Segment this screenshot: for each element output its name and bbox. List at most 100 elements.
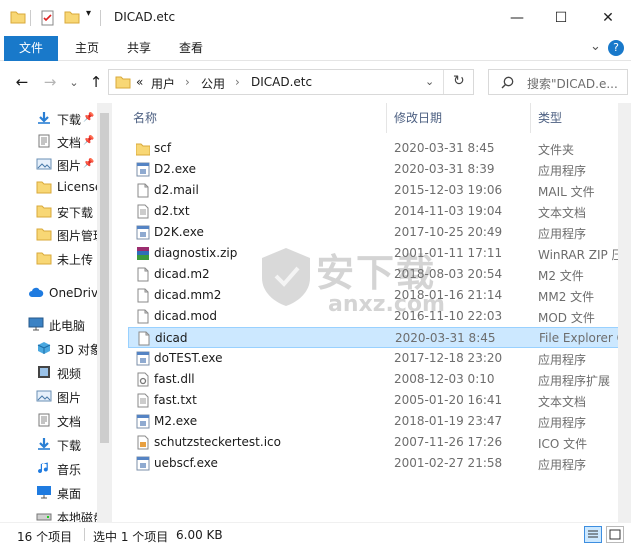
- file-row[interactable]: uebscf.exe 2001-02-27 21:58 应用程序: [128, 453, 631, 474]
- nav-item-label: 图片: [57, 159, 82, 173]
- nav-scroll-thumb[interactable]: [100, 113, 109, 443]
- nav-item-label: 音乐: [57, 463, 82, 477]
- ribbon-expand-icon[interactable]: ⌄: [590, 39, 601, 54]
- file-date: 2017-10-25 20:49: [394, 225, 503, 239]
- nav-scrollbar[interactable]: [97, 103, 112, 522]
- tab-view[interactable]: 查看: [168, 36, 214, 61]
- nav-item[interactable]: 此电脑: [0, 313, 100, 336]
- nav-item[interactable]: 桌面: [0, 481, 100, 504]
- text-file-icon: [136, 204, 149, 219]
- nav-item[interactable]: 图片: [0, 385, 100, 408]
- file-row[interactable]: D2K.exe 2017-10-25 20:49 应用程序: [128, 222, 631, 243]
- navigation-pane: 本地磁盘桌面音乐下载文档图片视频3D 对象此电脑OneDrive未上传图片管理安…: [0, 103, 112, 522]
- file-type: MOD 文件: [538, 311, 595, 325]
- folder-icon: [135, 141, 151, 156]
- nav-item[interactable]: 图片 📌: [0, 153, 100, 176]
- address-dropdown-icon[interactable]: ⌄: [425, 75, 434, 88]
- music-icon: [36, 461, 52, 475]
- recent-locations-button[interactable]: ⌄: [64, 71, 84, 93]
- column-divider[interactable]: [530, 103, 531, 133]
- nav-item[interactable]: 图片管理: [0, 223, 100, 246]
- file-row[interactable]: dicad.mm2 2018-01-16 21:14 MM2 文件: [128, 285, 631, 306]
- exe-icon: [136, 351, 150, 366]
- nav-item[interactable]: 下载 📌: [0, 107, 100, 130]
- file-type: 文本文档: [538, 206, 587, 220]
- nav-item[interactable]: 安下载: [0, 200, 100, 223]
- file-row[interactable]: schutzsteckertest.ico 2007-11-26 17:26 ICO…: [128, 432, 631, 453]
- customize-toolbar-icon[interactable]: ▾: [86, 8, 91, 19]
- breadcrumb-public[interactable]: 公用: [201, 75, 225, 92]
- pin-icon: 📌: [83, 136, 95, 146]
- maximize-button[interactable]: ☐: [538, 0, 584, 36]
- column-header-name[interactable]: 名称: [133, 103, 157, 133]
- tab-home[interactable]: 主页: [64, 36, 110, 61]
- nav-item-label: 文档: [57, 136, 82, 150]
- details-view-button[interactable]: [584, 526, 602, 543]
- forward-button[interactable]: →: [40, 71, 60, 93]
- nav-item[interactable]: 下载: [0, 433, 100, 456]
- nav-item[interactable]: 文档 📌: [0, 130, 100, 153]
- file-date: 2017-12-18 23:20: [394, 351, 503, 365]
- file-row[interactable]: fast.dll 2008-12-03 0:10 应用程序扩展: [128, 369, 631, 390]
- file-icon: [137, 331, 150, 346]
- nav-item[interactable]: License: [0, 176, 100, 199]
- file-row[interactable]: dicad 2020-03-31 8:45 File Explorer Co: [128, 327, 631, 348]
- address-bar[interactable]: « 用户 › 公用 › DICAD.etc ⌄ ↻: [108, 69, 474, 95]
- tab-share[interactable]: 共享: [116, 36, 162, 61]
- exe-icon: [136, 162, 150, 177]
- file-name: d2.mail: [154, 183, 199, 197]
- nav-item[interactable]: 本地磁盘: [0, 505, 100, 522]
- up-button[interactable]: ↑: [86, 71, 106, 93]
- search-box[interactable]: 搜索"DICAD.e...: [488, 69, 628, 95]
- column-header-type[interactable]: 类型: [538, 103, 562, 133]
- computer-icon: [28, 317, 44, 331]
- breadcrumb-dicad[interactable]: DICAD.etc: [251, 75, 312, 89]
- nav-item[interactable]: OneDrive: [0, 282, 100, 305]
- file-row[interactable]: dicad.m2 2018-08-03 20:54 M2 文件: [128, 264, 631, 285]
- back-button[interactable]: ←: [12, 71, 32, 93]
- nav-item[interactable]: 3D 对象: [0, 337, 100, 360]
- file-name: dicad: [155, 331, 188, 345]
- file-row[interactable]: d2.mail 2015-12-03 19:06 MAIL 文件: [128, 180, 631, 201]
- nav-item[interactable]: 文档: [0, 409, 100, 432]
- file-row[interactable]: scf 2020-03-31 8:45 文件夹: [128, 138, 631, 159]
- column-divider[interactable]: [386, 103, 387, 133]
- nav-item[interactable]: 视频: [0, 361, 100, 384]
- breadcrumb-users[interactable]: 用户: [151, 75, 175, 92]
- nav-item-label: 此电脑: [49, 319, 86, 333]
- tab-file[interactable]: 文件: [4, 36, 58, 61]
- file-row[interactable]: D2.exe 2020-03-31 8:39 应用程序: [128, 159, 631, 180]
- file-row[interactable]: doTEST.exe 2017-12-18 23:20 应用程序: [128, 348, 631, 369]
- nav-item-label: 文档: [57, 415, 82, 429]
- file-list-scrollbar[interactable]: [618, 103, 631, 522]
- new-folder-icon[interactable]: [64, 10, 80, 24]
- file-row[interactable]: M2.exe 2018-01-19 23:47 应用程序: [128, 411, 631, 432]
- help-icon[interactable]: ?: [608, 40, 624, 56]
- file-name: schutzsteckertest.ico: [154, 435, 281, 449]
- file-type: 应用程序扩展: [538, 374, 611, 388]
- selection-size: 6.00 KB: [176, 528, 223, 542]
- refresh-icon[interactable]: ↻: [453, 73, 465, 89]
- large-icons-view-button[interactable]: [606, 526, 624, 543]
- nav-item[interactable]: 音乐: [0, 457, 100, 480]
- status-bar: 16 个项目 选中 1 个项目 6.00 KB: [0, 522, 631, 545]
- nav-item[interactable]: 未上传: [0, 247, 100, 270]
- file-row[interactable]: d2.txt 2014-11-03 19:04 文本文档: [128, 201, 631, 222]
- close-button[interactable]: ✕: [585, 0, 631, 36]
- properties-icon[interactable]: [40, 10, 56, 26]
- minimize-button[interactable]: —: [494, 0, 540, 36]
- column-header-date[interactable]: 修改日期: [394, 103, 442, 133]
- pin-icon: 📌: [83, 159, 95, 169]
- picture-icon: [36, 157, 52, 171]
- exe-icon: [136, 414, 150, 429]
- file-row[interactable]: dicad.mod 2016-11-10 22:03 MOD 文件: [128, 306, 631, 327]
- file-row[interactable]: fast.txt 2005-01-20 16:41 文本文档: [128, 390, 631, 411]
- file-type: 应用程序: [538, 353, 587, 367]
- breadcrumb-separator[interactable]: ›: [185, 75, 190, 89]
- file-row[interactable]: diagnostix.zip 2001-01-11 17:11 WinRAR ZIP…: [128, 243, 631, 264]
- details-view-icon: [588, 530, 598, 538]
- file-date: 2001-01-11 17:11: [394, 246, 503, 260]
- breadcrumb-separator[interactable]: ›: [235, 75, 240, 89]
- address-overflow-chevron[interactable]: «: [136, 75, 143, 89]
- file-name: uebscf.exe: [154, 456, 218, 470]
